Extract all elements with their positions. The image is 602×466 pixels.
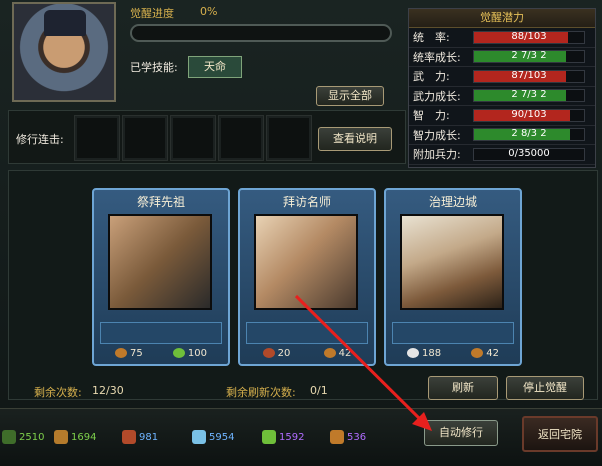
awakening-window: 觉醒进度 0% 已学技能: 天命 显示全部 修行连击: 查看说明 觉醒潜力 统 …	[0, 0, 602, 466]
guide-arrow	[294, 294, 432, 431]
arrow-line	[294, 294, 427, 426]
